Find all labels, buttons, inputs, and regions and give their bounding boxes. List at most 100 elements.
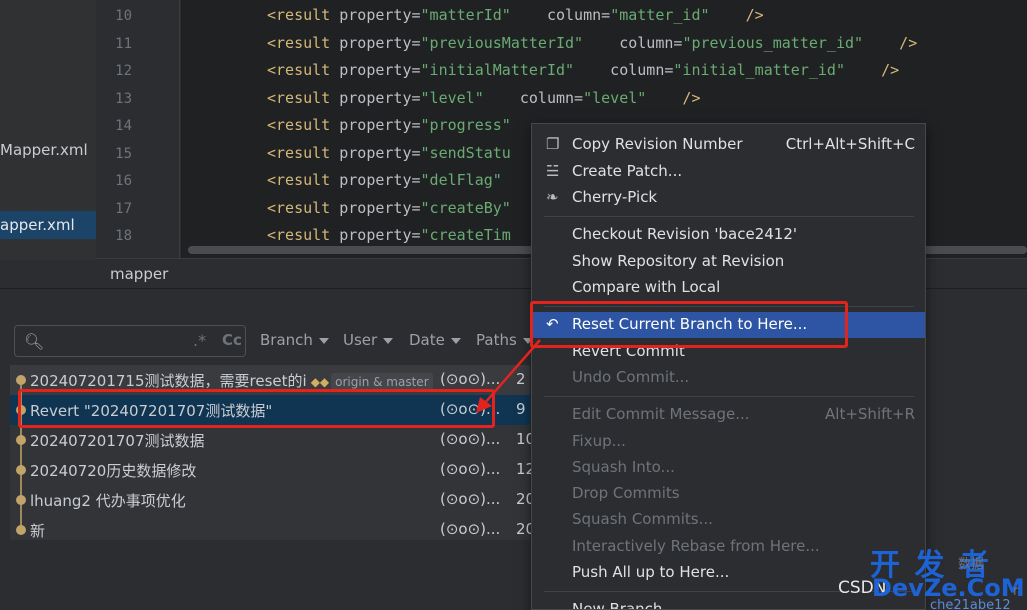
menu-item-label: New Branch...: [572, 600, 677, 610]
menu-item-interactively-rebase-from-here[interactable]: Interactively Rebase from Here...: [532, 534, 925, 560]
code-line: <result property="progress": [267, 116, 511, 134]
xml-value: "createTim: [420, 226, 511, 244]
chevron-down-icon: [450, 337, 461, 344]
xml-value: "initial_matter_id": [673, 61, 845, 79]
line-number: 16: [115, 173, 132, 189]
highlight-box-reset: [530, 301, 848, 348]
menu-item-checkout-revision-bace2412[interactable]: Checkout Revision 'bace2412': [532, 222, 925, 248]
line-number: 12: [115, 63, 132, 79]
xml-value: "progress": [420, 116, 511, 134]
line-number: 11: [115, 36, 132, 52]
xml-attribute: property=: [330, 199, 421, 217]
xml-value: "matterId": [420, 6, 511, 24]
menu-item-label: Compare with Local: [572, 278, 721, 296]
match-case-toggle[interactable]: Cc: [222, 331, 242, 349]
xml-tag: <result: [267, 6, 331, 24]
commit-node-icon: [16, 525, 26, 535]
menu-item-label: Squash Into...: [572, 458, 675, 476]
search-icon[interactable]: 🔍︎: [24, 332, 44, 351]
xml-tag-end: />: [863, 34, 918, 52]
chevron-down-icon: [318, 337, 329, 344]
code-line: <result property="delFlag": [267, 171, 502, 189]
menu-item-copy-revision-number[interactable]: ❐ Copy Revision Number Ctrl+Alt+Shift+C: [532, 132, 925, 158]
menu-item-fixup[interactable]: Fixup...: [532, 429, 925, 455]
xml-tag: <result: [267, 89, 331, 107]
xml-value: "level": [420, 89, 484, 107]
menu-item-show-repository-at-revision[interactable]: Show Repository at Revision: [532, 249, 925, 275]
cherry-icon: ❧: [546, 188, 559, 206]
menu-separator: [544, 216, 914, 217]
date-filter[interactable]: Date: [409, 331, 461, 349]
xml-tag: <result: [267, 226, 331, 244]
tree-footer: [0, 260, 96, 288]
commit-date: 9: [516, 400, 526, 418]
xml-attribute: property=: [330, 144, 421, 162]
commit-message-text: 新: [30, 522, 46, 540]
project-tree: Mapper.xml apper.xml: [0, 0, 96, 260]
date-filter-label: Date: [409, 331, 445, 349]
menu-item-label: Cherry-Pick: [572, 188, 658, 206]
commit-row[interactable]: 新 (⊙o⊙)... 20: [10, 515, 535, 545]
menu-item-compare-with-local[interactable]: Compare with Local: [532, 275, 925, 301]
menu-item-label: Edit Commit Message...: [572, 405, 750, 423]
xml-tag-end: />: [646, 89, 701, 107]
commit-row[interactable]: 202407201707测试数据 (⊙o⊙)... 10: [10, 425, 535, 455]
highlight-box-commit: [18, 389, 495, 428]
commit-search-input[interactable]: 🔍︎ .* Cc: [14, 325, 246, 357]
regex-toggle[interactable]: .*: [193, 331, 206, 350]
paths-filter[interactable]: Paths: [476, 331, 533, 349]
menu-item-create-patch[interactable]: ☱ Create Patch...: [532, 159, 925, 185]
branch-filter[interactable]: Branch: [260, 331, 329, 349]
editor-gutter: 10 11 12 13 14 15 16 17 18: [96, 0, 180, 258]
commit-row[interactable]: 20240720历史数据修改 (⊙o⊙)... 12: [10, 455, 535, 485]
xml-tag-end: />: [845, 61, 900, 79]
tree-file-mapper-xml[interactable]: Mapper.xml: [0, 136, 96, 164]
menu-item-drop-commits[interactable]: Drop Commits: [532, 481, 925, 507]
watermark-small-r: r: [1013, 584, 1019, 599]
xml-attribute: property=: [330, 34, 421, 52]
commit-message: 202407201715测试数据，需要reset的i ◆◆ origin & mas…: [30, 370, 433, 391]
commit-row[interactable]: lhuang2 代办事项优化 (⊙o⊙)... 20: [10, 485, 535, 515]
commit-message-text: 202407201707测试数据: [30, 432, 205, 450]
code-line: <result property="createBy": [267, 199, 511, 217]
xml-attribute: column=: [510, 6, 611, 24]
line-number: 15: [115, 146, 132, 162]
menu-item-squash-commits[interactable]: Squash Commits...: [532, 507, 925, 533]
commit-node-icon: [16, 375, 26, 385]
code-line: <result property="previousMatterId" colu…: [267, 34, 917, 52]
commit-message: lhuang2 代办事项优化: [30, 490, 186, 511]
code-line: <result property="level" column="level" …: [267, 89, 701, 107]
menu-item-squash-into[interactable]: Squash Into...: [532, 455, 925, 481]
xml-attribute: column=: [583, 34, 683, 52]
user-filter[interactable]: User: [343, 331, 394, 349]
line-number: 14: [115, 118, 132, 134]
commit-date: 2: [516, 370, 526, 388]
menu-item-label: Drop Commits: [572, 484, 680, 502]
code-line: <result property="initialMatterId" colum…: [267, 61, 899, 79]
menu-item-label: Push All up to Here...: [572, 563, 730, 581]
commit-message: 新: [30, 520, 45, 541]
xml-attribute: column=: [574, 61, 674, 79]
xml-attribute: column=: [483, 89, 584, 107]
menu-item-cherry-pick[interactable]: ❧ Cherry-Pick: [532, 185, 925, 211]
xml-tag: <result: [267, 144, 331, 162]
xml-tag: <result: [267, 199, 331, 217]
paths-filter-label: Paths: [476, 331, 517, 349]
line-number: 17: [115, 201, 132, 217]
xml-value: "sendStatu: [420, 144, 511, 162]
tree-file-label: apper.xml: [0, 216, 75, 234]
commit-message-text: 202407201715测试数据，需要reset的i: [30, 372, 307, 390]
commit-node-icon: [16, 435, 26, 445]
xml-attribute: property=: [330, 61, 421, 79]
xml-tag-end: />: [709, 6, 764, 24]
menu-item-undo-commit[interactable]: Undo Commit...: [532, 365, 925, 391]
watermark-small-hash: che21abe12: [930, 598, 1011, 610]
patch-icon: ☱: [546, 162, 560, 180]
breadcrumb[interactable]: mapper: [110, 265, 168, 283]
menu-item-new-branch[interactable]: New Branch...: [532, 597, 925, 610]
line-number: 18: [115, 228, 132, 244]
user-filter-label: User: [343, 331, 378, 349]
commit-node-icon: [16, 465, 26, 475]
tree-file-apper-xml[interactable]: apper.xml: [0, 211, 96, 239]
menu-item-edit-commit-message[interactable]: Edit Commit Message... Alt+Shift+R: [532, 402, 925, 428]
